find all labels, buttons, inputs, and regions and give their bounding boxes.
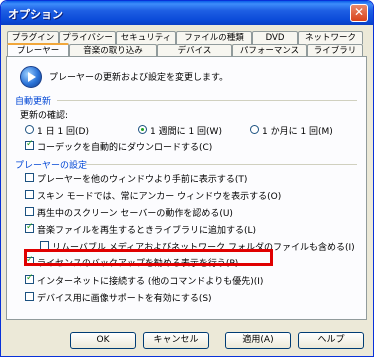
radio-monthly[interactable] (250, 125, 259, 134)
always-on-top-label[interactable]: プレーヤーを他のウィンドウより手前に表示する(T) (37, 172, 247, 185)
tab-privacy[interactable]: プライバシー (59, 31, 116, 44)
help-button[interactable]: ヘルプ (298, 332, 364, 349)
player-settings-group-title: プレーヤーの設定 (15, 161, 88, 171)
tab-network[interactable]: ネットワーク (298, 31, 363, 44)
device-image-support-checkbox[interactable] (25, 292, 34, 301)
tab-dvd[interactable]: DVD (252, 31, 298, 44)
screensaver-checkbox[interactable] (25, 207, 34, 216)
connect-internet-checkbox[interactable] (25, 273, 34, 284)
screensaver-label[interactable]: 再生中のスクリーン セーバーの動作を認める(U) (37, 206, 233, 219)
anchor-window-checkbox[interactable] (25, 190, 34, 199)
player-tab-panel: プレーヤーの更新および設定を変更します。 自動更新 更新の確認: 1 日 1 回… (6, 56, 367, 320)
codec-download-checkbox[interactable] (25, 139, 34, 150)
options-dialog: オプション ✕ プラグイン プライバシー セキュリティ ファイルの種類 DVD … (0, 0, 374, 357)
anchor-window-label[interactable]: スキン モードでは、常にアンカー ウィンドウを表示する(O) (37, 189, 281, 202)
cancel-button[interactable]: キャンセル (143, 332, 209, 349)
title-bar[interactable]: オプション ✕ (1, 1, 373, 25)
device-image-support-label[interactable]: デバイス用に画像サポートを有効にする(S) (37, 291, 212, 304)
window-title: オプション (8, 8, 63, 21)
ok-button[interactable]: OK (70, 332, 136, 349)
tab-file-types[interactable]: ファイルの種類 (176, 31, 252, 44)
update-check-label: 更新の確認: (20, 111, 69, 121)
codec-download-label[interactable]: コーデックを自動的にダウンロードする(C) (37, 140, 212, 153)
highlight-box (24, 249, 273, 266)
tab-security[interactable]: セキュリティ (116, 31, 176, 44)
radio-weekly[interactable] (138, 125, 147, 134)
radio-daily[interactable] (25, 125, 34, 134)
auto-update-group-title: 自動更新 (15, 97, 52, 107)
radio-daily-label[interactable]: 1 日 1 回(D) (37, 124, 89, 137)
group-divider (85, 164, 357, 165)
add-to-library-checkbox[interactable] (25, 222, 34, 233)
radio-monthly-label[interactable]: 1 か月に 1 回(M) (262, 124, 333, 137)
radio-weekly-label[interactable]: 1 週間に 1 回(W) (150, 124, 222, 137)
apply-button[interactable]: 適用(A) (225, 332, 291, 349)
media-player-icon (20, 66, 42, 88)
add-to-library-label[interactable]: 音楽ファイルを再生するときライブラリに追加する(L) (37, 223, 256, 236)
connect-internet-label[interactable]: インターネットに接続する (他のコマンドよりも優先)(I) (37, 274, 263, 287)
always-on-top-checkbox[interactable] (25, 173, 34, 182)
group-divider (57, 100, 357, 101)
close-button[interactable]: ✕ (350, 4, 368, 22)
header-description: プレーヤーの更新および設定を変更します。 (49, 73, 229, 83)
